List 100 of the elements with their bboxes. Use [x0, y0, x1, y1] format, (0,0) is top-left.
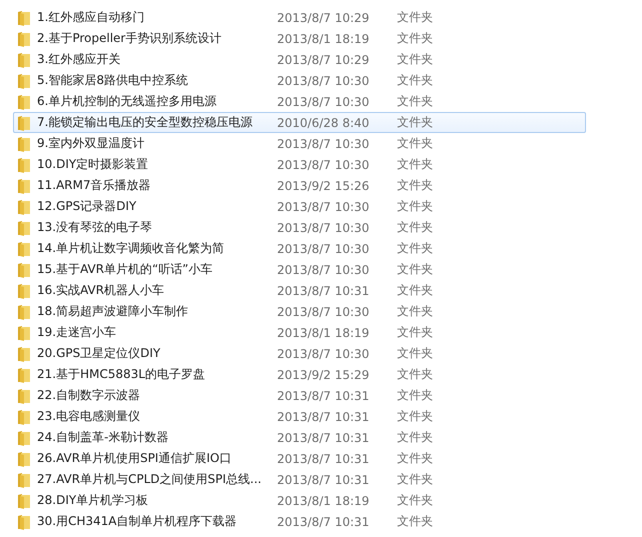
- folder-icon: [17, 492, 31, 508]
- file-row[interactable]: 19.走迷宫小车 2013/8/1 18:19 文件夹: [13, 322, 586, 343]
- modified-date: 2013/8/7 10:30: [277, 346, 370, 360]
- file-type: 文件夹: [397, 72, 433, 89]
- file-name: 16.实战AVR机器人小车: [37, 282, 166, 299]
- modified-date: 2013/9/2 15:26: [277, 178, 370, 192]
- folder-icon: [17, 72, 31, 88]
- modified-date: 2013/8/1 18:19: [277, 32, 370, 46]
- file-row[interactable]: 6.单片机控制的无线遥控多用电源 2013/8/7 10:30 文件夹: [13, 91, 586, 112]
- folder-icon: [17, 346, 31, 362]
- file-name: 24.自制盖革-米勒计数器: [37, 429, 170, 446]
- folder-icon: [17, 472, 31, 488]
- file-type: 文件夹: [397, 492, 433, 509]
- modified-date: 2013/8/7 10:31: [277, 388, 370, 402]
- file-type: 文件夹: [397, 219, 433, 236]
- file-type: 文件夹: [397, 30, 433, 47]
- folder-icon: [17, 262, 31, 278]
- file-row[interactable]: 22.自制数字示波器 2013/8/7 10:31 文件夹: [13, 385, 586, 406]
- file-type: 文件夹: [397, 282, 433, 299]
- file-type: 文件夹: [397, 303, 433, 320]
- folder-icon: [17, 220, 31, 236]
- file-row[interactable]: 5.智能家居8路供电中控系统 2013/8/7 10:30 文件夹: [13, 70, 586, 91]
- modified-date: 2010/6/28 8:40: [277, 116, 370, 130]
- modified-date: 2013/8/7 10:29: [277, 52, 370, 66]
- file-row[interactable]: 13.没有琴弦的电子琴 2013/8/7 10:30 文件夹: [13, 217, 586, 238]
- modified-date: 2013/8/7 10:30: [277, 158, 370, 172]
- modified-date: 2013/8/7 10:31: [277, 430, 370, 444]
- file-type: 文件夹: [397, 345, 433, 362]
- file-name: 13.没有琴弦的电子琴: [37, 219, 154, 236]
- modified-date: 2013/8/7 10:31: [277, 472, 370, 486]
- folder-icon: [17, 240, 31, 256]
- file-type: 文件夹: [397, 429, 433, 446]
- file-type: 文件夹: [397, 114, 433, 131]
- file-row[interactable]: 20.GPS卫星定位仪DIY 2013/8/7 10:30 文件夹: [13, 343, 586, 364]
- file-row[interactable]: 18.简易超声波避障小车制作 2013/8/7 10:30 文件夹: [13, 301, 586, 322]
- file-name: 26.AVR单片机使用SPI通信扩展IO口: [37, 450, 232, 467]
- file-type: 文件夹: [397, 9, 433, 26]
- file-type: 文件夹: [397, 471, 433, 488]
- file-row[interactable]: 24.自制盖革-米勒计数器 2013/8/7 10:31 文件夹: [13, 427, 586, 448]
- folder-icon: [17, 114, 31, 130]
- folder-icon: [17, 430, 31, 446]
- modified-date: 2013/8/7 10:31: [277, 514, 370, 528]
- file-type: 文件夹: [397, 156, 433, 173]
- file-row[interactable]: 11.ARM7音乐播放器 2013/9/2 15:26 文件夹: [13, 175, 586, 196]
- file-name: 5.智能家居8路供电中控系统: [37, 72, 190, 89]
- file-row[interactable]: 16.实战AVR机器人小车 2013/8/7 10:31 文件夹: [13, 280, 586, 301]
- file-type: 文件夹: [397, 408, 433, 425]
- folder-icon: [17, 178, 31, 194]
- folder-icon: [17, 388, 31, 404]
- file-row[interactable]: 15.基于AVR单片机的“听话”小车 2013/8/7 10:30 文件夹: [13, 259, 586, 280]
- file-row[interactable]: 7.能锁定输出电压的安全型数控稳压电源 2010/6/28 8:40 文件夹: [13, 112, 586, 133]
- file-name: 20.GPS卫星定位仪DIY: [37, 345, 162, 362]
- file-type: 文件夹: [397, 450, 433, 467]
- modified-date: 2013/8/7 10:31: [277, 452, 370, 466]
- modified-date: 2013/8/7 10:30: [277, 74, 370, 88]
- file-type: 文件夹: [397, 240, 433, 257]
- folder-icon: [17, 30, 31, 46]
- folder-icon: [17, 282, 31, 298]
- file-type: 文件夹: [397, 513, 433, 530]
- folder-icon: [17, 94, 31, 110]
- file-row[interactable]: 12.GPS记录器DIY 2013/8/7 10:30 文件夹: [13, 196, 586, 217]
- file-row[interactable]: 10.DIY定时摄影装置 2013/8/7 10:30 文件夹: [13, 154, 586, 175]
- modified-date: 2013/8/7 10:30: [277, 262, 370, 276]
- file-row[interactable]: 9.室内外双显温度计 2013/8/7 10:30 文件夹: [13, 133, 586, 154]
- file-row[interactable]: 26.AVR单片机使用SPI通信扩展IO口 2013/8/7 10:31 文件夹: [13, 448, 586, 469]
- folder-icon: [17, 10, 31, 26]
- file-type: 文件夹: [397, 387, 433, 404]
- file-row[interactable]: 30.用CH341A自制单片机程序下载器 2013/8/7 10:31 文件夹: [13, 511, 586, 532]
- file-name: 18.简易超声波避障小车制作: [37, 303, 190, 320]
- file-row[interactable]: 28.DIY单片机学习板 2013/8/1 18:19 文件夹: [13, 490, 586, 511]
- modified-date: 2013/8/1 18:19: [277, 494, 370, 508]
- file-name: 14.单片机让数字调频收音化繁为简: [37, 240, 226, 257]
- folder-icon: [17, 366, 31, 382]
- folder-icon: [17, 198, 31, 214]
- file-name: 19.走迷宫小车: [37, 324, 118, 341]
- file-name: 22.自制数字示波器: [37, 387, 142, 404]
- file-name: 1.红外感应自动移门: [37, 9, 146, 26]
- file-row[interactable]: 2.基于Propeller手势识别系统设计 2013/8/1 18:19 文件夹: [13, 28, 586, 49]
- file-row[interactable]: 23.电容电感测量仪 2013/8/7 10:31 文件夹: [13, 406, 586, 427]
- modified-date: 2013/8/7 10:30: [277, 220, 370, 234]
- modified-date: 2013/8/1 18:19: [277, 326, 370, 340]
- modified-date: 2013/8/7 10:30: [277, 94, 370, 108]
- file-type: 文件夹: [397, 324, 433, 341]
- file-row[interactable]: 21.基于HMC5883L的电子罗盘 2013/9/2 15:29 文件夹: [13, 364, 586, 385]
- file-name: 27.AVR单片机与CPLD之间使用SPI总线...: [37, 471, 262, 488]
- file-name: 23.电容电感测量仪: [37, 408, 142, 425]
- file-name: 28.DIY单片机学习板: [37, 492, 150, 509]
- file-row[interactable]: 27.AVR单片机与CPLD之间使用SPI总线... 2013/8/7 10:31 文件夹: [13, 469, 586, 490]
- file-name: 11.ARM7音乐播放器: [37, 177, 152, 194]
- file-type: 文件夹: [397, 93, 433, 110]
- file-row[interactable]: 1.红外感应自动移门 2013/8/7 10:29 文件夹: [13, 7, 586, 28]
- file-name: 12.GPS记录器DIY: [37, 198, 138, 215]
- file-row[interactable]: 3.红外感应开关 2013/8/7 10:29 文件夹: [13, 49, 586, 70]
- file-type: 文件夹: [397, 177, 433, 194]
- folder-icon: [17, 304, 31, 320]
- file-name: 7.能锁定输出电压的安全型数控稳压电源: [37, 114, 254, 131]
- modified-date: 2013/8/7 10:30: [277, 304, 370, 318]
- folder-icon: [17, 450, 31, 466]
- folder-icon: [17, 52, 31, 68]
- file-row[interactable]: 14.单片机让数字调频收音化繁为简 2013/8/7 10:30 文件夹: [13, 238, 586, 259]
